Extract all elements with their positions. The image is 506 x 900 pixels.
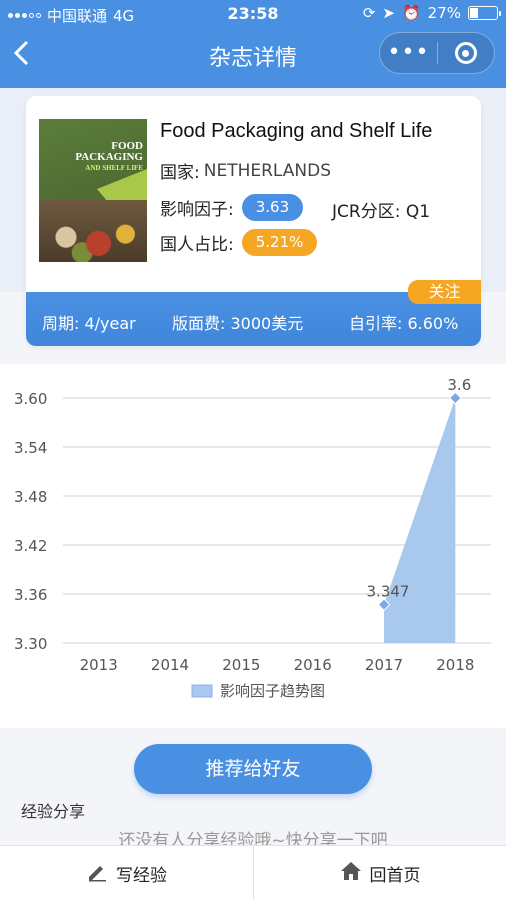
jcr-label: JCR分区: <box>332 202 401 222</box>
x-tick-label: 2013 <box>80 656 118 674</box>
x-tick-label: 2018 <box>436 656 474 674</box>
more-dots-icon[interactable]: ••• <box>380 42 437 64</box>
domestic-ratio-badge: 5.21% <box>241 229 318 256</box>
impact-label: 影响因子: <box>160 200 234 220</box>
country-row: 国家: NETHERLANDS <box>160 158 332 184</box>
home-icon <box>340 860 362 887</box>
home-tab[interactable]: 回首页 <box>253 846 506 900</box>
impact-trend-chart: 3.30 3.36 3.42 3.48 3.54 3.60 2013 2014 2015 2016… <box>0 364 506 728</box>
journal-title: Food Packaging and Shelf Life <box>160 120 433 142</box>
y-tick-label: 3.54 <box>14 439 47 457</box>
x-tick-label: 2015 <box>222 656 260 674</box>
cover-subtitle: AND SHELF LIFE <box>85 164 143 172</box>
lock-rotation-icon: ⟳ <box>362 4 376 22</box>
jcr-value: Q1 <box>405 202 431 222</box>
fee-info: 版面费: 3000美元 <box>172 314 304 333</box>
country-label: 国家: <box>160 163 200 183</box>
recommend-button[interactable]: 推荐给好友 <box>134 744 372 794</box>
country-value: NETHERLANDS <box>203 160 332 181</box>
cycle-info: 周期: 4/year <box>42 314 136 333</box>
cover-title-line2: PACKAGING <box>75 151 143 163</box>
pencil-icon <box>86 860 108 887</box>
battery-percent: 27% <box>427 4 461 22</box>
write-experience-label: 写经验 <box>116 866 167 886</box>
top-bar: 中国联通 4G 23:58 ⟳ ➤ ⏰ 27% 杂志详情 ••• <box>0 0 506 88</box>
y-tick-label: 3.42 <box>14 537 47 555</box>
y-tick-label: 3.48 <box>14 488 47 506</box>
target-icon[interactable] <box>438 42 494 64</box>
data-point <box>448 391 462 405</box>
impact-row: 影响因子: 3.63 <box>160 194 304 221</box>
x-tick-label: 2016 <box>294 656 332 674</box>
impact-factor-badge: 3.63 <box>241 194 304 221</box>
mini-program-capsule: ••• <box>379 32 495 74</box>
legend-label: 影响因子趋势图 <box>220 682 325 700</box>
data-label: 3.6 <box>447 376 471 394</box>
location-icon: ➤ <box>382 4 395 22</box>
y-tick-label: 3.30 <box>14 635 47 653</box>
experience-title: 经验分享 <box>21 802 86 821</box>
domestic-row: 国人占比: 5.21% <box>160 229 318 256</box>
status-bar: 中国联通 4G 23:58 ⟳ ➤ ⏰ 27% <box>0 0 506 28</box>
chart-svg: 3.30 3.36 3.42 3.48 3.54 3.60 2013 2014 2015 2016… <box>14 376 491 700</box>
journal-cover[interactable]: FOOD PACKAGING AND SHELF LIFE <box>39 119 147 262</box>
battery-icon <box>468 6 501 20</box>
jcr-row: JCR分区: Q1 <box>332 197 430 222</box>
data-label: 3.347 <box>367 583 410 601</box>
write-experience-tab[interactable]: 写经验 <box>0 846 253 900</box>
alarm-icon: ⏰ <box>401 4 421 22</box>
navigation-bar: 杂志详情 ••• <box>0 28 506 78</box>
x-tick-label: 2017 <box>365 656 403 674</box>
self-citation-info: 自引率: 6.60% <box>349 314 459 333</box>
follow-button[interactable]: 关注 <box>408 280 481 304</box>
domestic-label: 国人占比: <box>160 235 234 255</box>
y-tick-label: 3.60 <box>14 390 47 408</box>
y-tick-label: 3.36 <box>14 586 47 604</box>
x-tick-label: 2014 <box>151 656 189 674</box>
bottom-tab-bar: 写经验 回首页 <box>0 845 506 900</box>
area-fill <box>384 398 456 643</box>
home-label: 回首页 <box>369 866 421 886</box>
legend-swatch <box>191 684 213 698</box>
